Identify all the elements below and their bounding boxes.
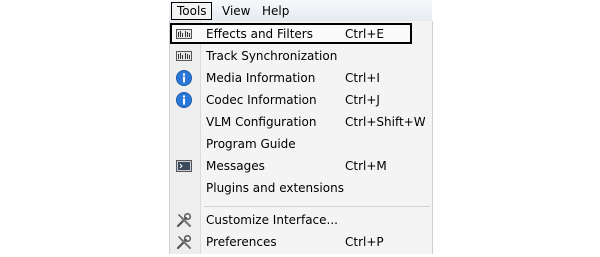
tools-icon xyxy=(176,212,192,228)
menu-separator xyxy=(204,206,430,207)
equalizer-icon xyxy=(176,48,192,64)
menu-item-effects-and-filters[interactable]: Effects and Filters Ctrl+E xyxy=(170,23,432,45)
menu-item-shortcut: Ctrl+Shift+W xyxy=(345,115,426,129)
menu-view[interactable]: View xyxy=(217,2,250,20)
info-icon xyxy=(176,92,192,108)
menu-item-track-synchronization[interactable]: Track Synchronization xyxy=(170,45,432,67)
menu-item-program-guide[interactable]: Program Guide xyxy=(170,133,432,155)
menu-item-media-information[interactable]: Media Information Ctrl+I xyxy=(170,67,432,89)
menu-item-shortcut: Ctrl+E xyxy=(345,27,384,41)
menu-item-label: Customize Interface... xyxy=(206,213,338,227)
menu-item-label: Effects and Filters xyxy=(206,27,313,41)
info-icon xyxy=(176,70,192,86)
menu-item-label: VLM Configuration xyxy=(206,115,317,129)
menu-item-shortcut: Ctrl+J xyxy=(345,93,380,107)
menu-item-shortcut: Ctrl+M xyxy=(345,159,387,173)
menu-item-preferences[interactable]: Preferences Ctrl+P xyxy=(170,231,432,253)
menu-bar: Tools View Help xyxy=(169,0,432,22)
menu-tools[interactable]: Tools xyxy=(171,2,212,20)
menu-help[interactable]: Help xyxy=(257,2,292,20)
menu-item-label: Media Information xyxy=(206,71,316,85)
menu-item-label: Messages xyxy=(206,159,265,173)
equalizer-icon xyxy=(176,26,192,42)
menu-item-label: Track Synchronization xyxy=(206,49,338,63)
tools-dropdown-menu: Effects and Filters Ctrl+E Track Synchro… xyxy=(169,21,433,254)
menu-item-codec-information[interactable]: Codec Information Ctrl+J xyxy=(170,89,432,111)
menu-item-vlm-configuration[interactable]: VLM Configuration Ctrl+Shift+W xyxy=(170,111,432,133)
menu-item-label: Program Guide xyxy=(206,137,296,151)
terminal-icon xyxy=(176,158,192,174)
menu-item-customize-interface[interactable]: Customize Interface... xyxy=(170,209,432,231)
menu-item-shortcut: Ctrl+I xyxy=(345,71,380,85)
menu-item-messages[interactable]: Messages Ctrl+M xyxy=(170,155,432,177)
tools-icon xyxy=(176,234,192,250)
menu-item-shortcut: Ctrl+P xyxy=(345,235,384,249)
menu-item-label: Preferences xyxy=(206,235,277,249)
menu-item-label: Codec Information xyxy=(206,93,317,107)
menu-item-label: Plugins and extensions xyxy=(206,181,344,195)
menu-item-plugins-and-extensions[interactable]: Plugins and extensions xyxy=(170,177,432,199)
